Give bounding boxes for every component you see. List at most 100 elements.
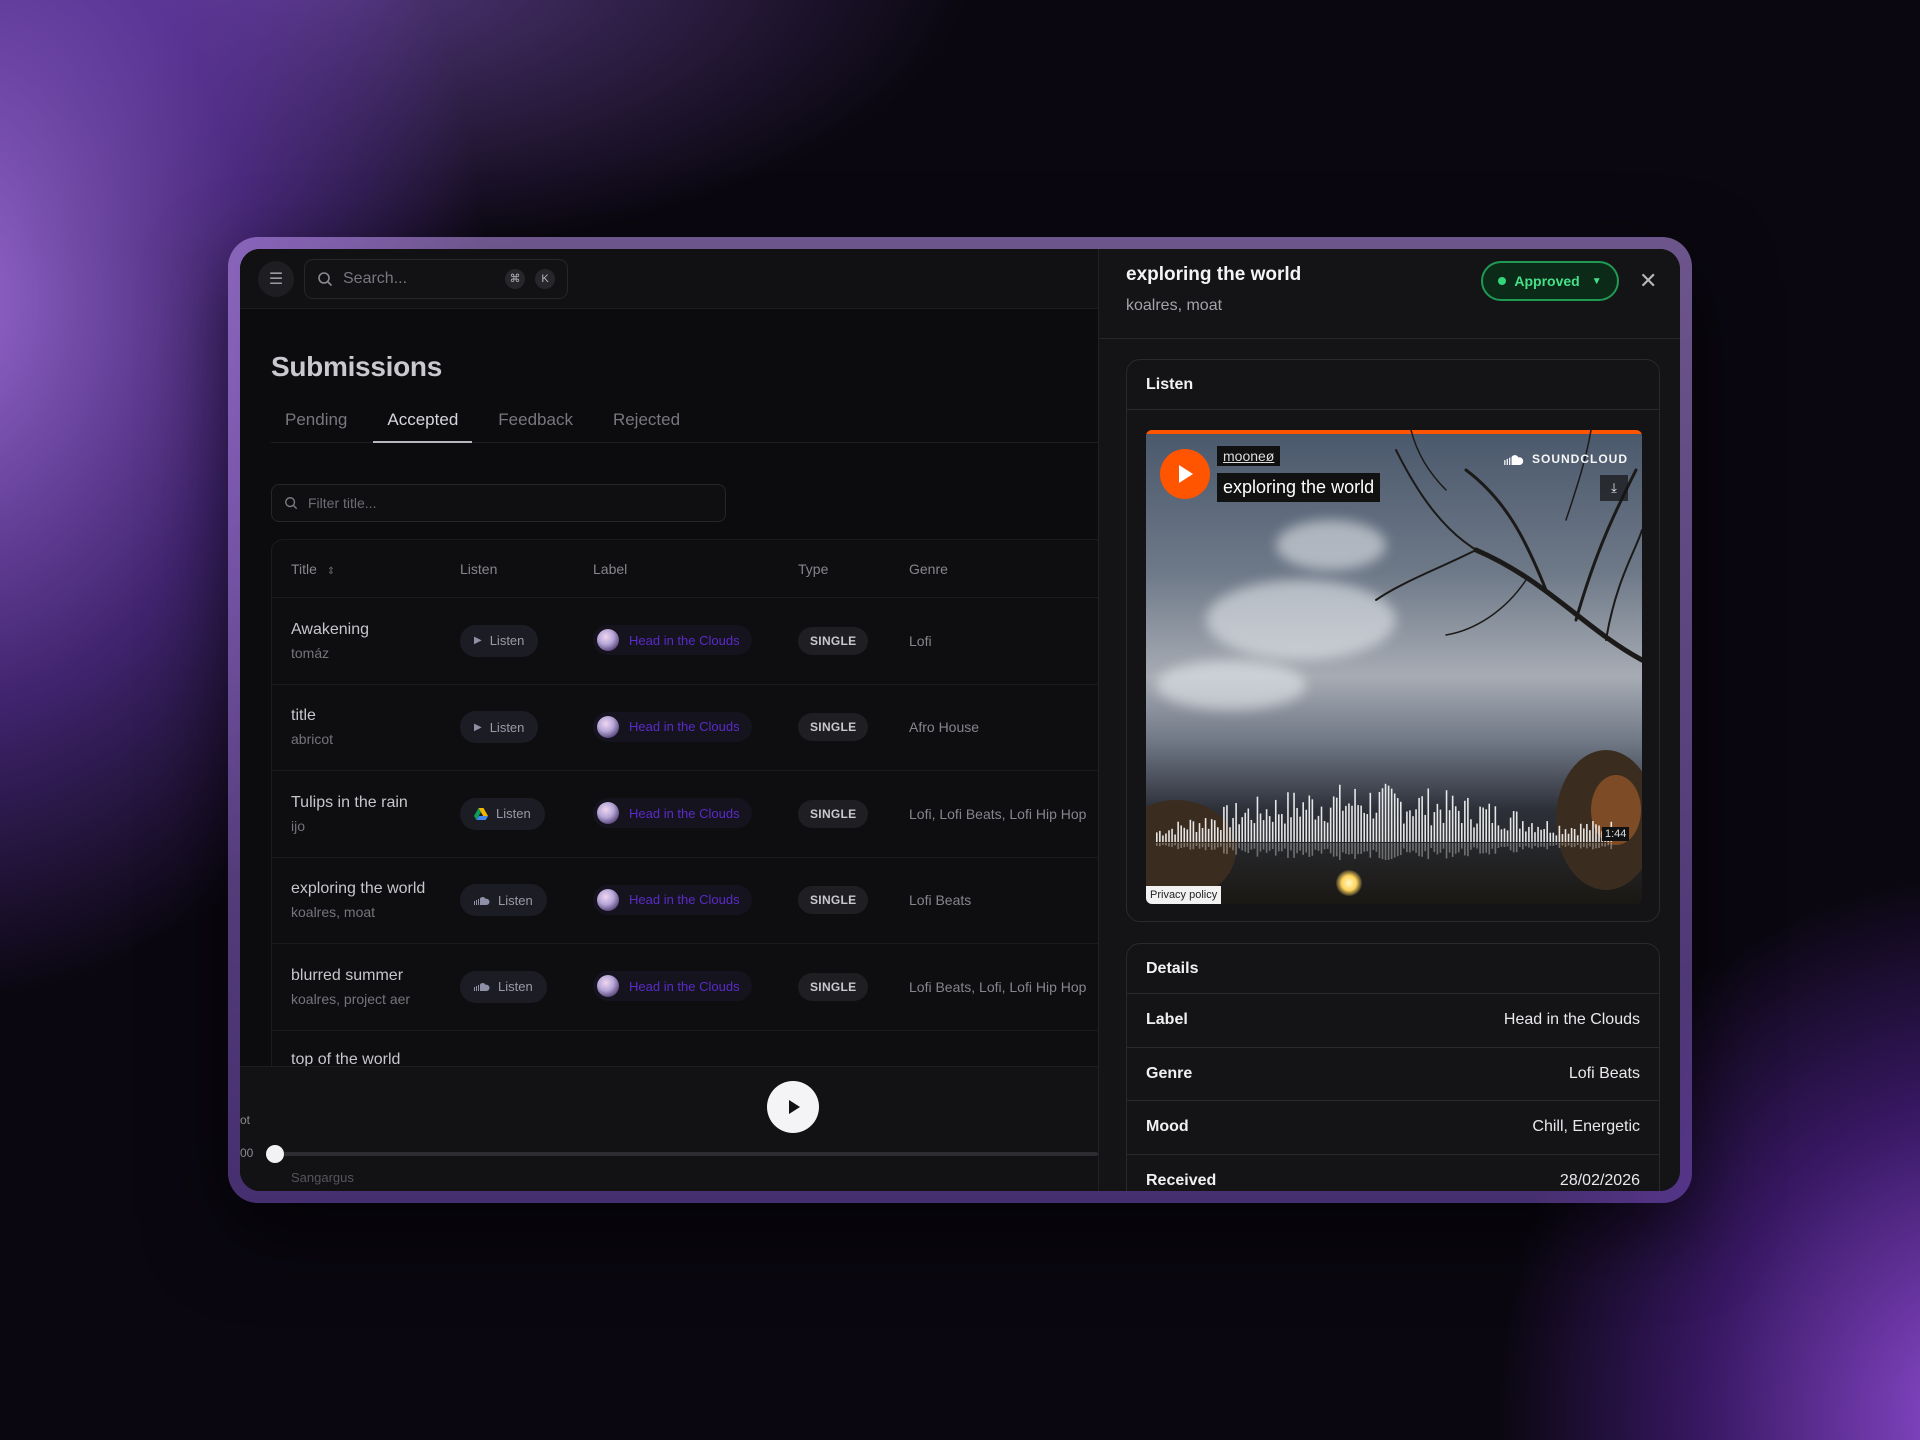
table-row[interactable]: exploring the world koalres, moat Listen … — [272, 858, 1098, 944]
row-title: exploring the world — [291, 880, 426, 898]
waveform-bar — [1213, 820, 1216, 842]
listen-button[interactable]: ▶ Listen — [460, 624, 539, 657]
submissions-table: Title ⇕ Listen Label Type Genre Awakenin… — [271, 539, 1098, 1139]
listen-button[interactable]: Listen — [460, 970, 547, 1003]
table-row[interactable]: Awakening tomáz ▶ Listen Head in the Cloud… — [272, 598, 1098, 685]
waveform-bar — [1515, 811, 1518, 842]
listen-button[interactable]: Listen — [460, 884, 547, 917]
status-dropdown[interactable]: Approved ▼ — [1481, 261, 1619, 301]
column-header-label: Label — [593, 560, 628, 577]
waveform-reflection — [1393, 843, 1396, 858]
waveform-reflection — [1515, 843, 1518, 853]
waveform-reflection — [1576, 843, 1579, 846]
waveform-bar — [1418, 797, 1420, 842]
waveform-reflection — [1238, 843, 1240, 849]
column-header-title[interactable]: Title ⇕ — [272, 561, 460, 577]
details-card-heading: Details — [1127, 944, 1659, 994]
waveform-bar — [1354, 788, 1356, 842]
waveform-bar — [1174, 834, 1176, 842]
menu-button[interactable]: ☰ — [258, 260, 294, 297]
waveform-bar — [1592, 821, 1594, 842]
waveform-reflection — [1396, 843, 1399, 857]
sun-glow — [1336, 870, 1362, 896]
privacy-policy-link[interactable]: Privacy policy — [1146, 886, 1222, 904]
download-icon[interactable]: ⤓ — [1600, 475, 1628, 501]
waveform-bar — [1314, 819, 1317, 842]
waveform-reflection — [1235, 843, 1237, 855]
row-artist: tomáz — [291, 644, 330, 661]
waveform-reflection — [1604, 843, 1606, 847]
waveform-reflection — [1384, 843, 1387, 860]
waveform-reflection — [1525, 843, 1527, 847]
soundcloud-track-title[interactable]: exploring the world — [1217, 473, 1381, 502]
waveform-reflection — [1506, 843, 1509, 847]
waveform[interactable] — [1156, 780, 1616, 860]
waveform-reflection — [1488, 843, 1491, 855]
listen-button[interactable]: ▶ Listen — [460, 711, 539, 744]
waveform-reflection — [1400, 843, 1402, 856]
progress-handle[interactable] — [266, 1145, 284, 1163]
waveform-bar — [1387, 785, 1390, 842]
waveform-reflection — [1485, 843, 1487, 853]
waveform-reflection — [1357, 843, 1359, 855]
waveform-bar — [1421, 796, 1423, 842]
waveform-bar — [1461, 823, 1463, 842]
type-badge: SINGLE — [798, 799, 869, 828]
waveform-reflection — [1207, 843, 1210, 847]
soundcloud-icon — [474, 896, 490, 905]
waveform-bar — [1244, 812, 1247, 842]
waveform-reflection — [1412, 843, 1414, 851]
tab-rejected[interactable]: Rejected — [599, 405, 694, 443]
search-box[interactable]: Search... ⌘ K — [304, 258, 568, 299]
waveform-bar — [1427, 788, 1430, 842]
close-icon[interactable]: ✕ — [1639, 268, 1657, 294]
waveform-reflection — [1528, 843, 1530, 848]
soundcloud-logo[interactable]: SOUNDCLOUD — [1502, 452, 1628, 466]
play-button[interactable] — [767, 1081, 819, 1133]
tab-feedback[interactable]: Feedback — [484, 405, 587, 443]
soundcloud-user-link[interactable]: mooneø — [1217, 446, 1281, 466]
soundcloud-play-button[interactable] — [1160, 449, 1210, 499]
panel-header: exploring the world koalres, moat Approv… — [1099, 249, 1680, 339]
waveform-bar — [1180, 825, 1182, 842]
tab-accepted[interactable]: Accepted — [373, 405, 473, 443]
waveform-reflection — [1268, 843, 1271, 851]
waveform-reflection — [1512, 843, 1515, 853]
waveform-bar — [1537, 826, 1539, 842]
tab-pending[interactable]: Pending — [271, 405, 361, 443]
soundcloud-embed[interactable]: mooneø exploring the world SOUNDCLOUD ⤓ … — [1146, 430, 1642, 904]
waveform-reflection — [1311, 843, 1314, 856]
progress-track[interactable] — [274, 1152, 1098, 1156]
table-row[interactable]: blurred summer koalres, project aer Liste… — [272, 944, 1098, 1031]
waveform-bar — [1570, 828, 1573, 842]
waveform-reflection — [1204, 843, 1207, 851]
waveform-reflection — [1213, 843, 1216, 850]
waveform-reflection — [1156, 843, 1158, 846]
waveform-bar — [1412, 816, 1414, 842]
waveform-reflection — [1461, 843, 1463, 849]
waveform-bar — [1351, 805, 1353, 842]
play-icon: ▶ — [474, 721, 482, 733]
waveform-bar — [1430, 825, 1433, 842]
waveform-reflection — [1210, 843, 1213, 850]
waveform-bar — [1424, 814, 1426, 842]
waveform-bar — [1512, 811, 1515, 842]
audio-player: ot 00 Sangargus — [240, 1066, 1098, 1191]
waveform-bar — [1186, 829, 1189, 842]
waveform-reflection — [1454, 843, 1457, 854]
listen-button[interactable]: Listen — [460, 797, 545, 830]
waveform-bar — [1384, 783, 1387, 842]
search-input[interactable]: Search... — [343, 270, 491, 288]
waveform-bar — [1168, 830, 1170, 842]
waveform-reflection — [1595, 843, 1597, 849]
soundcloud-icon — [1504, 454, 1524, 465]
waveform-reflection — [1592, 843, 1594, 850]
label-badge: Head in the Clouds — [593, 711, 752, 742]
label-avatar — [597, 888, 619, 911]
table-row[interactable]: Tulips in the rain ijo Listen Head in the… — [272, 771, 1098, 858]
filter-title-input[interactable]: Filter title... — [271, 484, 726, 522]
waveform-reflection — [1415, 843, 1417, 853]
waveform-bar — [1287, 792, 1289, 842]
play-icon: ▶ — [474, 635, 482, 647]
table-row[interactable]: title abricot ▶ Listen Head in the Clouds … — [272, 685, 1098, 771]
